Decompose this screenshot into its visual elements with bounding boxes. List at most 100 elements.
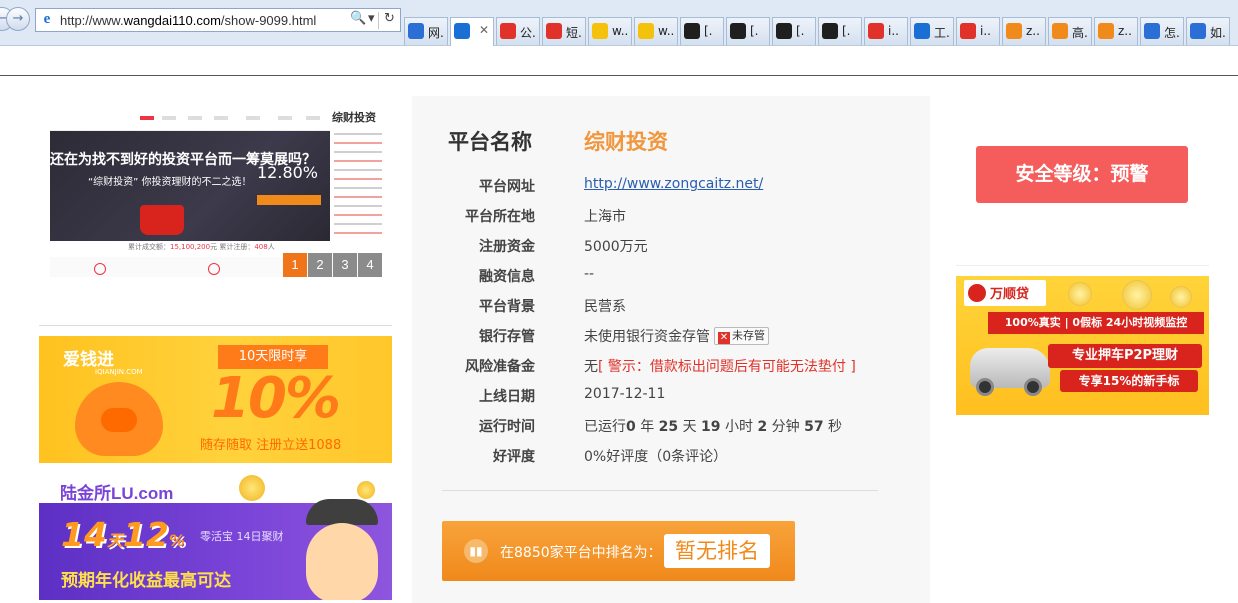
screenshot-nav-item	[162, 116, 176, 120]
screenshot-feature-icon	[208, 263, 220, 275]
tab-label: 公.	[520, 26, 536, 40]
browser-tab[interactable]: 高.	[1048, 17, 1092, 45]
slider-page-4[interactable]: 4	[358, 253, 382, 277]
coin-icon	[357, 481, 375, 499]
info-value: 民营系	[584, 299, 626, 315]
iqianjin-ad-banner[interactable]: 爱钱进 IQIANJIN.COM 10天限时享 10% 随存随取 注册立送108…	[39, 336, 392, 463]
coin-icon	[1122, 280, 1152, 310]
tab-label: [.	[842, 24, 851, 38]
platform-info-panel: 平台名称 综财投资 平台网址 http://www.zongcaitz.net/平…	[412, 96, 930, 603]
ad-product: 零活宝 14日聚财	[200, 530, 284, 543]
info-key: 风险准备金	[465, 359, 535, 375]
browser-tab[interactable]: z..	[1002, 17, 1046, 45]
platform-website-screenshot[interactable]: 综财投资 还在为找不到好的投资平台而一筹莫展吗？ “综财投资” 你投资理财的不二…	[50, 105, 382, 277]
cross-icon: ✕	[718, 332, 730, 344]
info-key: 平台背景	[479, 299, 535, 315]
browser-tab[interactable]: [.	[726, 17, 770, 45]
swirl-icon	[546, 23, 562, 39]
address-bar[interactable]: e http://www.wangdai110.com/show-9099.ht…	[35, 8, 401, 32]
browser-tab[interactable]: [.	[818, 17, 862, 45]
tab-label: [.	[796, 24, 805, 38]
screenshot-nav	[50, 105, 330, 131]
forward-button[interactable]: →	[6, 7, 30, 31]
eye-icon	[730, 23, 746, 39]
info-value: 无[ 警示：借款标出问题后有可能无法垫付 ]	[584, 359, 856, 375]
ad-line-1: 专业押车P2P理财	[1048, 344, 1202, 368]
browser-tab[interactable]: i..	[956, 17, 1000, 45]
browser-tab[interactable]: 网.	[404, 17, 448, 45]
tab-label: w..	[612, 24, 628, 38]
browser-tab[interactable]: z..	[1094, 17, 1138, 45]
screenshot-nav-item	[140, 116, 154, 120]
screenshot-hero-sub: “综财投资” 你投资理财的不二之选！	[88, 177, 252, 188]
info-row: 平台网址 http://www.zongcaitz.net/	[412, 176, 930, 196]
treasure-chest-icon	[140, 205, 184, 235]
icp-icon	[1052, 23, 1068, 39]
car-wheel	[976, 378, 994, 396]
ad-slogan: 预期年化收益最高可达	[61, 571, 231, 591]
piggy-mascot-icon	[75, 382, 163, 456]
browser-tab[interactable]: 工.	[910, 17, 954, 45]
cartoon-hair	[306, 499, 378, 525]
browser-tab[interactable]: [.	[772, 17, 816, 45]
browser-tab[interactable]: w..	[588, 17, 632, 45]
browser-tab[interactable]: i..	[864, 17, 908, 45]
lufax-ad-banner[interactable]: 陆金所LU.com 14天12% 零活宝 14日聚财 预期年化收益最高可达	[39, 473, 392, 600]
tab-label: i..	[980, 24, 991, 38]
browser-tab[interactable]: 公.	[496, 17, 540, 45]
forward-arrow-icon: →	[12, 11, 24, 26]
info-value: 2017-12-11	[584, 386, 666, 402]
info-row: 运行时间 已运行0 年 25 天 19 小时 2 分钟 57 秒	[412, 416, 930, 436]
browser-tab[interactable]: 短.	[542, 17, 586, 45]
ad-brand: 陆金所LU.com	[60, 484, 174, 503]
ranking-bar: ▮▮ 在8850家平台中排名为： 暂无排名	[442, 521, 795, 581]
paw-icon	[408, 23, 424, 39]
tab-label: i..	[888, 24, 899, 38]
platform-url-link[interactable]: http://www.zongcaitz.net/	[584, 176, 763, 192]
screenshot-nav-item	[214, 116, 228, 120]
coin-icon	[1068, 282, 1092, 306]
risk-warning: [ 警示：借款标出问题后有可能无法垫付 ]	[598, 359, 856, 375]
slider-page-3[interactable]: 3	[333, 253, 357, 277]
info-row: 注册资金 5000万元	[412, 236, 930, 256]
car-wheel	[1024, 378, 1042, 396]
ad-logo: 万顺贷	[964, 280, 1046, 306]
wanshundai-ad-banner[interactable]: 万顺贷 100%真实 | 0假标 24小时视频监控 专业押车P2P理财 专享15…	[956, 276, 1209, 415]
safety-level-button[interactable]: 安全等级：预警	[976, 146, 1188, 203]
info-row: 上线日期 2017-12-11	[412, 386, 930, 406]
close-tab-icon[interactable]: ✕	[479, 23, 489, 37]
tab-label: w..	[658, 24, 674, 38]
screenshot-stats: 累计成交额：15,100,200元 累计注册：408人	[128, 243, 275, 251]
browser-tab[interactable]: ✕	[450, 17, 494, 46]
browser-tab[interactable]: [.	[680, 17, 724, 45]
plus-circle-icon	[592, 23, 608, 39]
browser-tab[interactable]: 怎.	[1140, 17, 1184, 45]
info-row: 平台背景 民营系	[412, 296, 930, 316]
ie-icon: e	[43, 11, 51, 27]
browser-tab[interactable]: w..	[634, 17, 678, 45]
brand-logo-icon	[968, 284, 986, 302]
info-key: 平台所在地	[465, 209, 535, 225]
search-icon[interactable]: 🔍	[350, 11, 366, 26]
info-key: 上线日期	[479, 389, 535, 405]
tab-label: 如.	[1210, 26, 1226, 40]
browser-toolbar	[0, 46, 1238, 76]
runtime-value: 已运行0 年 25 天 19 小时 2 分钟 57 秒	[584, 419, 843, 435]
browser-tab[interactable]: 如.	[1186, 17, 1230, 45]
slider-page-1[interactable]: 1	[283, 253, 307, 277]
info-value: 未使用银行资金存管 ✕ 未存管	[584, 326, 769, 346]
slider-page-2[interactable]: 2	[308, 253, 332, 277]
icp-icon	[1098, 23, 1114, 39]
address-url[interactable]: http://www.wangdai110.com/show-9099.html	[60, 13, 316, 28]
platform-name-label: 平台名称	[448, 130, 532, 154]
refresh-icon[interactable]: ↻	[384, 11, 395, 26]
dropdown-icon[interactable]: ▾	[368, 11, 375, 26]
info-key: 银行存管	[479, 329, 535, 345]
ad-brand-sub: IQIANJIN.COM	[95, 368, 143, 376]
s-circle-icon	[868, 23, 884, 39]
eye-icon	[684, 23, 700, 39]
screenshot-nav-item	[188, 116, 202, 120]
info-key: 平台网址	[479, 179, 535, 195]
eye-icon	[822, 23, 838, 39]
info-key: 注册资金	[479, 239, 535, 255]
